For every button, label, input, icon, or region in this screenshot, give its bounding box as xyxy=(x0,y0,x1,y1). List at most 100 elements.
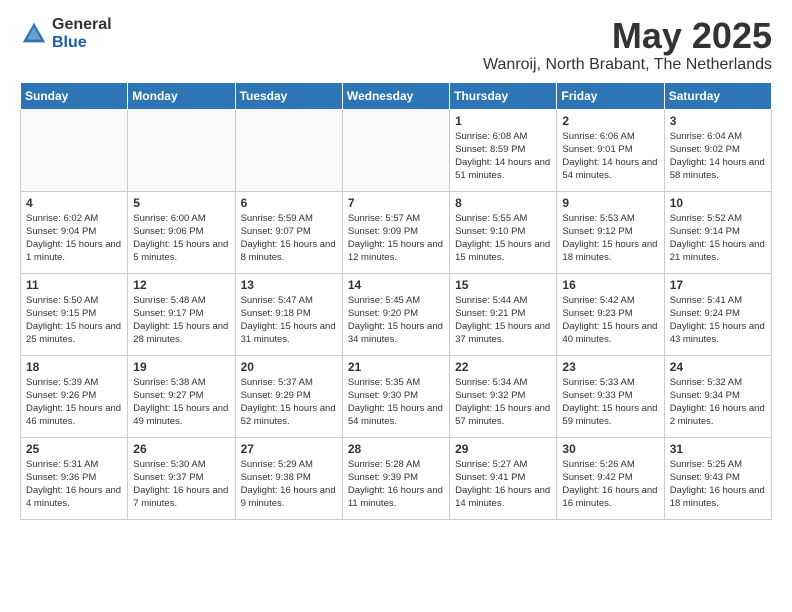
calendar-cell: 21 Sunrise: 5:35 AM Sunset: 9:30 PM Dayli… xyxy=(342,355,449,437)
logo: General Blue xyxy=(20,16,112,51)
calendar-cell: 31 Sunrise: 5:25 AM Sunset: 9:43 PM Dayli… xyxy=(664,437,771,519)
day-number: 5 xyxy=(133,196,229,210)
day-info: Sunrise: 5:37 AM Sunset: 9:29 PM Dayligh… xyxy=(241,376,337,429)
header-tuesday: Tuesday xyxy=(235,82,342,109)
header-wednesday: Wednesday xyxy=(342,82,449,109)
calendar-cell: 27 Sunrise: 5:29 AM Sunset: 9:38 PM Dayli… xyxy=(235,437,342,519)
day-info: Sunrise: 5:30 AM Sunset: 9:37 PM Dayligh… xyxy=(133,458,229,511)
day-info: Sunrise: 5:28 AM Sunset: 9:39 PM Dayligh… xyxy=(348,458,444,511)
calendar-cell: 8 Sunrise: 5:55 AM Sunset: 9:10 PM Daylig… xyxy=(450,191,557,273)
day-info: Sunrise: 5:52 AM Sunset: 9:14 PM Dayligh… xyxy=(670,212,766,265)
day-number: 28 xyxy=(348,442,444,456)
day-number: 22 xyxy=(455,360,551,374)
calendar-cell: 16 Sunrise: 5:42 AM Sunset: 9:23 PM Dayli… xyxy=(557,273,664,355)
calendar-cell xyxy=(128,109,235,191)
day-number: 30 xyxy=(562,442,658,456)
day-number: 20 xyxy=(241,360,337,374)
calendar-week-row: 18 Sunrise: 5:39 AM Sunset: 9:26 PM Dayli… xyxy=(21,355,772,437)
calendar-week-row: 1Sunrise: 6:08 AM Sunset: 8:59 PM Daylig… xyxy=(21,109,772,191)
day-number: 19 xyxy=(133,360,229,374)
day-info: Sunrise: 5:57 AM Sunset: 9:09 PM Dayligh… xyxy=(348,212,444,265)
title-block: May 2025 Wanroij, North Brabant, The Net… xyxy=(483,16,772,74)
calendar-cell: 18 Sunrise: 5:39 AM Sunset: 9:26 PM Dayli… xyxy=(21,355,128,437)
calendar-cell: 5 Sunrise: 6:00 AM Sunset: 9:06 PM Daylig… xyxy=(128,191,235,273)
header-monday: Monday xyxy=(128,82,235,109)
day-number: 14 xyxy=(348,278,444,292)
day-number: 12 xyxy=(133,278,229,292)
calendar-cell: 22 Sunrise: 5:34 AM Sunset: 9:32 PM Dayli… xyxy=(450,355,557,437)
day-info: Sunrise: 5:34 AM Sunset: 9:32 PM Dayligh… xyxy=(455,376,551,429)
day-info: Sunrise: 5:47 AM Sunset: 9:18 PM Dayligh… xyxy=(241,294,337,347)
day-info: Sunrise: 5:50 AM Sunset: 9:15 PM Dayligh… xyxy=(26,294,122,347)
day-number: 24 xyxy=(670,360,766,374)
day-info: Sunrise: 5:44 AM Sunset: 9:21 PM Dayligh… xyxy=(455,294,551,347)
day-info: Sunrise: 5:38 AM Sunset: 9:27 PM Dayligh… xyxy=(133,376,229,429)
calendar-cell: 7 Sunrise: 5:57 AM Sunset: 9:09 PM Daylig… xyxy=(342,191,449,273)
calendar-cell: 29 Sunrise: 5:27 AM Sunset: 9:41 PM Dayli… xyxy=(450,437,557,519)
day-info: Sunrise: 6:04 AM Sunset: 9:02 PM Dayligh… xyxy=(670,130,766,183)
weekday-header-row: Sunday Monday Tuesday Wednesday Thursday… xyxy=(21,82,772,109)
day-number: 3 xyxy=(670,114,766,128)
day-info: Sunrise: 5:32 AM Sunset: 9:34 PM Dayligh… xyxy=(670,376,766,429)
day-info: Sunrise: 6:00 AM Sunset: 9:06 PM Dayligh… xyxy=(133,212,229,265)
day-info: Sunrise: 5:25 AM Sunset: 9:43 PM Dayligh… xyxy=(670,458,766,511)
calendar-cell xyxy=(235,109,342,191)
day-info: Sunrise: 5:59 AM Sunset: 9:07 PM Dayligh… xyxy=(241,212,337,265)
day-info: Sunrise: 5:55 AM Sunset: 9:10 PM Dayligh… xyxy=(455,212,551,265)
day-info: Sunrise: 5:29 AM Sunset: 9:38 PM Dayligh… xyxy=(241,458,337,511)
day-info: Sunrise: 5:41 AM Sunset: 9:24 PM Dayligh… xyxy=(670,294,766,347)
header-sunday: Sunday xyxy=(21,82,128,109)
day-number: 11 xyxy=(26,278,122,292)
header-friday: Friday xyxy=(557,82,664,109)
day-number: 13 xyxy=(241,278,337,292)
day-number: 9 xyxy=(562,196,658,210)
calendar-wrap: Sunday Monday Tuesday Wednesday Thursday… xyxy=(0,82,792,530)
calendar-week-row: 11 Sunrise: 5:50 AM Sunset: 9:15 PM Dayli… xyxy=(21,273,772,355)
logo-icon xyxy=(20,20,48,48)
month-title: May 2025 xyxy=(483,16,772,56)
calendar-cell: 13 Sunrise: 5:47 AM Sunset: 9:18 PM Dayli… xyxy=(235,273,342,355)
calendar-cell: 14 Sunrise: 5:45 AM Sunset: 9:20 PM Dayli… xyxy=(342,273,449,355)
day-number: 27 xyxy=(241,442,337,456)
calendar-table: Sunday Monday Tuesday Wednesday Thursday… xyxy=(20,82,772,520)
day-number: 8 xyxy=(455,196,551,210)
calendar-cell: 17 Sunrise: 5:41 AM Sunset: 9:24 PM Dayli… xyxy=(664,273,771,355)
calendar-cell: 20 Sunrise: 5:37 AM Sunset: 9:29 PM Dayli… xyxy=(235,355,342,437)
day-number: 26 xyxy=(133,442,229,456)
day-info: Sunrise: 5:39 AM Sunset: 9:26 PM Dayligh… xyxy=(26,376,122,429)
day-info: Sunrise: 5:42 AM Sunset: 9:23 PM Dayligh… xyxy=(562,294,658,347)
calendar-cell: 11 Sunrise: 5:50 AM Sunset: 9:15 PM Dayli… xyxy=(21,273,128,355)
day-info: Sunrise: 5:48 AM Sunset: 9:17 PM Dayligh… xyxy=(133,294,229,347)
day-number: 31 xyxy=(670,442,766,456)
day-number: 17 xyxy=(670,278,766,292)
day-info: Sunrise: 5:35 AM Sunset: 9:30 PM Dayligh… xyxy=(348,376,444,429)
calendar-cell: 23 Sunrise: 5:33 AM Sunset: 9:33 PM Dayli… xyxy=(557,355,664,437)
day-number: 16 xyxy=(562,278,658,292)
day-number: 7 xyxy=(348,196,444,210)
day-info: Sunrise: 5:33 AM Sunset: 9:33 PM Dayligh… xyxy=(562,376,658,429)
day-info: Sunrise: 6:02 AM Sunset: 9:04 PM Dayligh… xyxy=(26,212,122,265)
day-info: Sunrise: 5:27 AM Sunset: 9:41 PM Dayligh… xyxy=(455,458,551,511)
calendar-cell: 30 Sunrise: 5:26 AM Sunset: 9:42 PM Dayli… xyxy=(557,437,664,519)
day-number: 29 xyxy=(455,442,551,456)
calendar-week-row: 4 Sunrise: 6:02 AM Sunset: 9:04 PM Daylig… xyxy=(21,191,772,273)
day-info: Sunrise: 5:45 AM Sunset: 9:20 PM Dayligh… xyxy=(348,294,444,347)
calendar-cell: 2Sunrise: 6:06 AM Sunset: 9:01 PM Daylig… xyxy=(557,109,664,191)
calendar-cell xyxy=(342,109,449,191)
calendar-cell: 9Sunrise: 5:53 AM Sunset: 9:12 PM Daylig… xyxy=(557,191,664,273)
day-info: Sunrise: 5:26 AM Sunset: 9:42 PM Dayligh… xyxy=(562,458,658,511)
day-number: 21 xyxy=(348,360,444,374)
day-info: Sunrise: 6:08 AM Sunset: 8:59 PM Dayligh… xyxy=(455,130,551,183)
header-saturday: Saturday xyxy=(664,82,771,109)
calendar-cell: 24 Sunrise: 5:32 AM Sunset: 9:34 PM Dayli… xyxy=(664,355,771,437)
calendar-cell: 10Sunrise: 5:52 AM Sunset: 9:14 PM Dayli… xyxy=(664,191,771,273)
calendar-cell xyxy=(21,109,128,191)
page-header: General Blue May 2025 Wanroij, North Bra… xyxy=(0,0,792,82)
day-number: 2 xyxy=(562,114,658,128)
day-number: 18 xyxy=(26,360,122,374)
calendar-cell: 25Sunrise: 5:31 AM Sunset: 9:36 PM Dayli… xyxy=(21,437,128,519)
day-number: 23 xyxy=(562,360,658,374)
day-number: 4 xyxy=(26,196,122,210)
day-number: 6 xyxy=(241,196,337,210)
calendar-cell: 12 Sunrise: 5:48 AM Sunset: 9:17 PM Dayli… xyxy=(128,273,235,355)
